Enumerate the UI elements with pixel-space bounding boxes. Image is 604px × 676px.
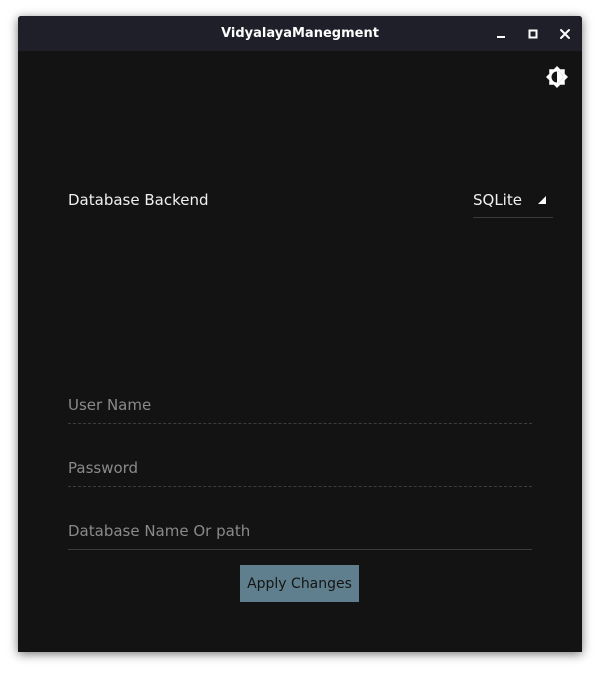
maximize-icon: [528, 29, 538, 39]
password-input[interactable]: [68, 456, 532, 480]
username-input[interactable]: [68, 393, 532, 417]
close-button[interactable]: [556, 25, 574, 43]
theme-toggle-button[interactable]: [545, 65, 569, 89]
apply-changes-button[interactable]: Apply Changes: [240, 565, 359, 602]
database-backend-label: Database Backend: [68, 191, 209, 209]
settings-panel: Database Backend SQLite Apply Changes: [18, 51, 582, 652]
app-window: VidyalayaManegment Database Backend SQLi…: [18, 16, 582, 652]
minimize-icon: [497, 36, 505, 38]
triangle-down-icon: [538, 196, 546, 204]
database-backend-dropdown[interactable]: SQLite: [473, 187, 553, 218]
minimize-button[interactable]: [492, 25, 510, 43]
username-field[interactable]: [68, 387, 532, 424]
database-name-field[interactable]: [68, 513, 532, 550]
brightness-icon: [546, 66, 568, 88]
database-backend-value: SQLite: [473, 191, 522, 209]
close-icon: [560, 29, 570, 39]
title-bar[interactable]: VidyalayaManegment: [18, 16, 582, 51]
maximize-button[interactable]: [524, 25, 542, 43]
database-name-input[interactable]: [68, 519, 532, 543]
password-field[interactable]: [68, 450, 532, 487]
